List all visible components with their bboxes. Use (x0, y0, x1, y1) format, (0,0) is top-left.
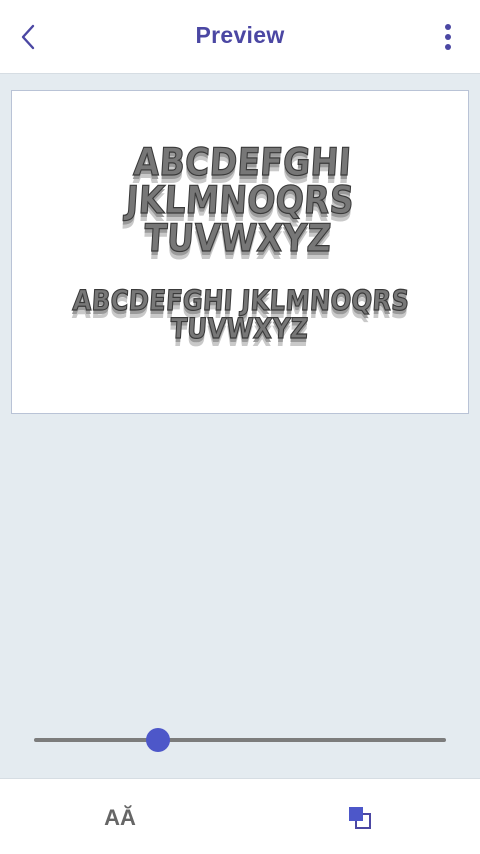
font-sample-large-line2: TUVWXYZ (142, 215, 333, 260)
font-style-icon: AĂ (104, 805, 136, 830)
font-style-button[interactable]: AĂ (100, 801, 140, 835)
bottom-toolbar: AĂ (0, 778, 480, 854)
font-sample-small-line1: ABCDEFGHI JKLMNOQRS (71, 283, 411, 317)
font-sample-small-line2: TUVWXYZ (169, 311, 310, 345)
font-preview-card: ABCDEFGHI JKLMNOQRS TUVWXYZ ABCDEFGHI JK… (11, 90, 469, 414)
font-sample-small: ABCDEFGHI JKLMNOQRS TUVWXYZ (38, 283, 443, 345)
slider-track (34, 738, 446, 742)
page-title: Preview (195, 22, 285, 48)
color-button[interactable] (342, 801, 378, 835)
color-swap-icon (349, 807, 371, 829)
more-options-button[interactable] (430, 19, 466, 55)
font-sample-large-line1: ABCDEFGHI JKLMNOQRS (124, 139, 356, 222)
slider-thumb[interactable] (145, 728, 170, 752)
more-vertical-icon (445, 24, 451, 50)
size-slider[interactable] (34, 728, 446, 752)
font-sample-large: ABCDEFGHI JKLMNOQRS TUVWXYZ (36, 139, 444, 260)
app-bar: Preview (0, 0, 480, 74)
